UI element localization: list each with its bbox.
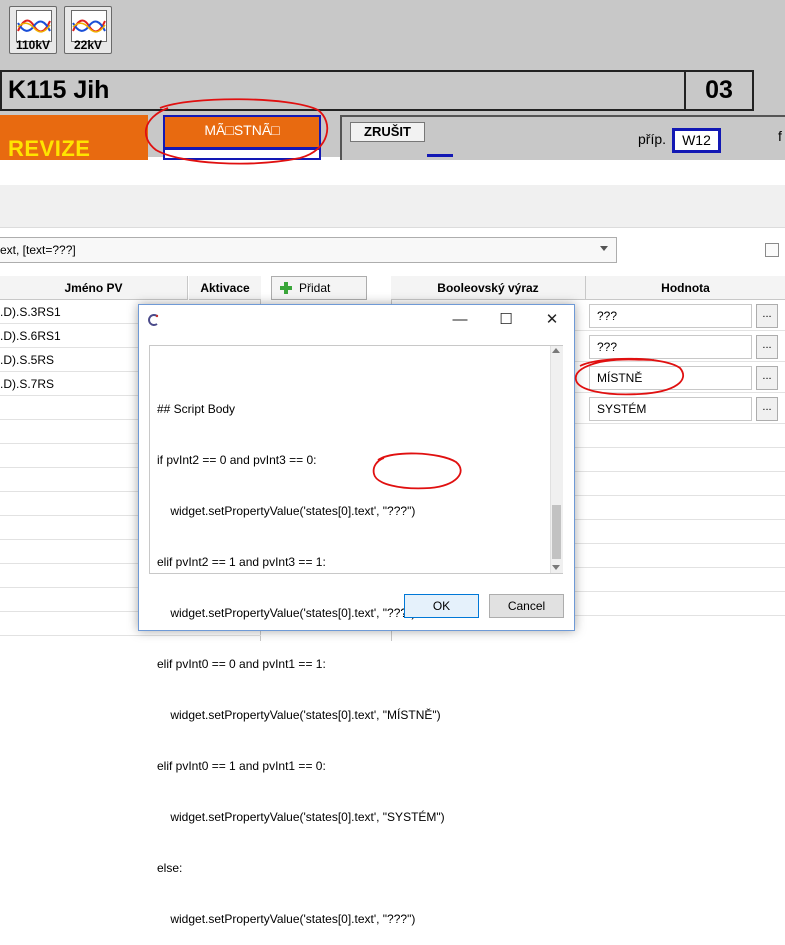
title-bar [0,70,754,111]
script-text: ## Script Body if pvInt2 == 0 and pvInt3… [157,367,445,945]
script-line: ## Script Body [157,402,236,416]
value-field[interactable]: SYSTÉM [589,397,752,421]
value-field[interactable]: MÍSTNĚ [589,366,752,390]
scrollbar-thumb[interactable] [552,505,561,559]
scroll-down-icon[interactable] [552,565,560,570]
ok-button[interactable]: OK [404,594,479,618]
chevron-down-icon[interactable] [600,246,608,251]
scroll-up-icon[interactable] [552,348,560,353]
option-checkbox[interactable] [765,243,779,257]
column-header-pv-name[interactable]: Jméno PV [0,276,188,300]
pv-name-cell: .D).S.3RS1 [0,305,61,319]
pv-name-cell: .D).S.5RS [0,353,55,367]
indicator-mark [427,154,453,157]
close-button[interactable]: ✕ [529,306,575,334]
edit-value-button[interactable]: ... [756,335,778,359]
mode-button-label: MÃ□STNÃ□ [204,122,280,138]
plus-icon [279,281,293,295]
property-combo-value: ext, [text=???] [0,243,76,257]
edit-value-button[interactable]: ... [756,366,778,390]
page-title: K115 Jih [8,76,110,104]
script-line: elif pvInt0 == 1 and pvInt1 == 0: [157,759,326,773]
script-line: else: [157,861,183,875]
cancel-button[interactable]: Cancel [489,594,564,618]
column-header-value[interactable]: Hodnota [586,276,785,300]
column-header-activation[interactable]: Aktivace [189,276,261,300]
maximize-button[interactable]: ☐ [483,306,529,334]
column-header-boolean-expression[interactable]: Booleovský výraz [391,276,586,300]
add-button-label: Přidat [299,281,331,295]
value-field[interactable]: ??? [589,304,752,328]
script-line: widget.setPropertyValue('states[0].text'… [157,504,416,518]
script-line: elif pvInt2 == 1 and pvInt3 == 1: [157,555,326,569]
minimize-button[interactable]: — [437,306,483,334]
cancel-command-button[interactable]: ZRUŠIT [350,122,425,142]
truncated-label: f [778,128,782,144]
c-logo-icon [146,313,160,327]
toolbar-button-22kv[interactable]: 22kV [64,6,112,54]
script-line: widget.setPropertyValue('states[0].text'… [157,708,441,722]
edit-value-button[interactable]: ... [756,304,778,328]
toolbar-button-label: 110kV [15,38,51,52]
editor-toolbar-strip [0,185,785,228]
script-line: widget.setPropertyValue('states[0].text'… [157,810,445,824]
property-combo[interactable] [0,237,617,263]
scrolled-line-fragment [152,346,548,351]
revize-label: REVIZE [8,138,91,158]
pv-name-cell: .D).S.6RS1 [0,329,61,343]
toolbar-button-110kv[interactable]: 110kV [9,6,57,54]
script-line: elif pvInt0 == 0 and pvInt1 == 1: [157,657,326,671]
script-line: widget.setPropertyValue('states[0].text'… [157,606,416,620]
pv-name-cell: .D).S.7RS [0,377,55,391]
script-line: widget.setPropertyValue('states[0].text'… [157,912,416,926]
script-line: if pvInt2 == 0 and pvInt3 == 0: [157,453,317,467]
edit-value-button[interactable]: ... [756,397,778,421]
toolbar-button-label: 22kV [73,38,103,52]
value-field[interactable]: ??? [589,335,752,359]
title-number: 03 [705,76,733,104]
prip-label: příp. [638,131,667,147]
mode-status-field [163,148,321,160]
prip-value-field[interactable]: W12 [672,128,721,153]
